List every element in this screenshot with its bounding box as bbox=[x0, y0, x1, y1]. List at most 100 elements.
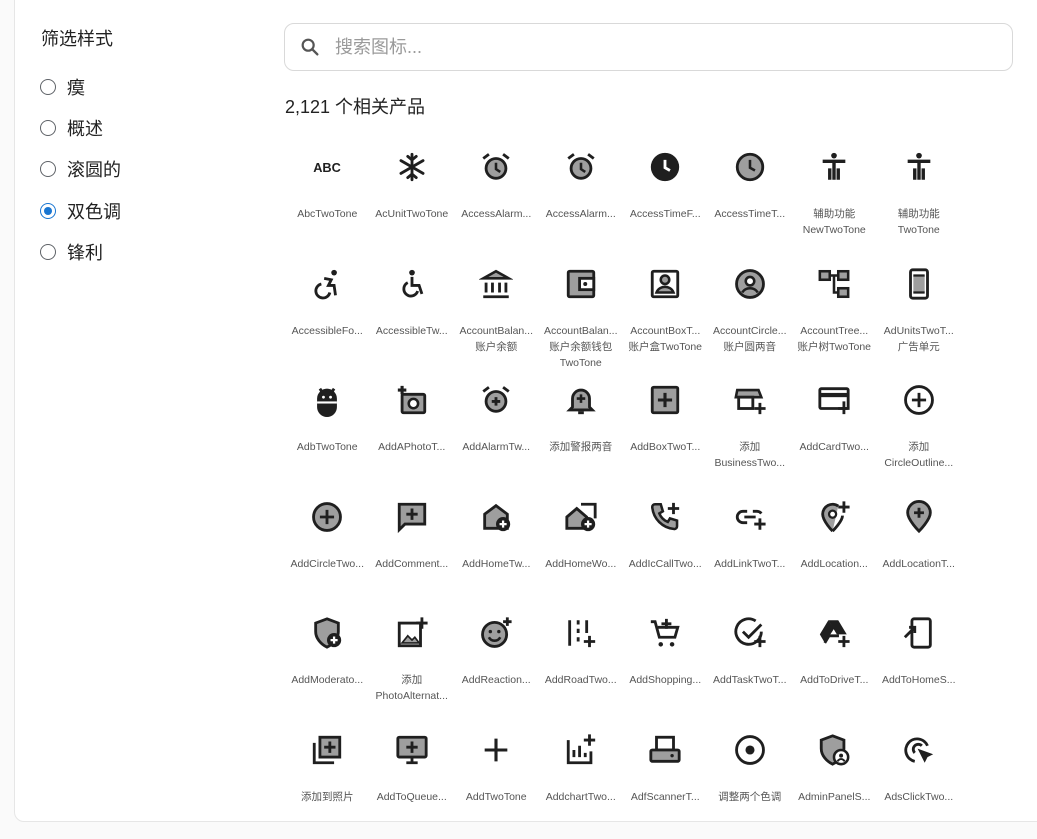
icon-tile[interactable]: AddchartTwo... bbox=[539, 723, 624, 839]
icon-tile[interactable]: AdfScannerT... bbox=[623, 723, 708, 839]
icon-label-line: 账户树TwoTone bbox=[794, 339, 874, 355]
style-option[interactable]: 锋利 bbox=[40, 231, 121, 272]
icon-tile[interactable]: AddRoadTwo... bbox=[539, 606, 624, 723]
style-option[interactable]: 滚圆的 bbox=[40, 149, 121, 190]
icon-tile[interactable]: 调整两个色调 bbox=[708, 723, 793, 839]
icon-tile[interactable]: AddBoxTwoT... bbox=[623, 373, 708, 490]
icon-tile[interactable]: AddReaction... bbox=[454, 606, 539, 723]
icon-label: AddToQueue... bbox=[372, 789, 452, 805]
icon-tile[interactable]: AddTaskTwoT... bbox=[708, 606, 793, 723]
add-circle-icon bbox=[310, 500, 344, 534]
icon-label-line: AddBoxTwoT... bbox=[625, 439, 705, 455]
icon-tile[interactable]: AccessibleTw... bbox=[370, 257, 455, 374]
icon-tile[interactable]: AccessTimeT... bbox=[708, 140, 793, 257]
icon-label: AccessTimeF... bbox=[625, 206, 705, 222]
icon-tile[interactable]: AccessAlarm... bbox=[539, 140, 624, 257]
icon-label-line: 调整两个色调 bbox=[710, 789, 790, 805]
icon-tile[interactable]: AccessTimeF... bbox=[623, 140, 708, 257]
icon-label-line: 添加警报两音 bbox=[541, 439, 621, 455]
add-home-work-icon bbox=[564, 500, 598, 534]
icon-label-line: AccessAlarm... bbox=[456, 206, 536, 222]
icon-label-line: 添加到照片 bbox=[287, 789, 367, 805]
icon-tile[interactable]: AdUnitsTwoT...广告单元 bbox=[877, 257, 962, 374]
icon-label: AddLocationT... bbox=[879, 556, 959, 572]
radio-unchecked-icon[interactable] bbox=[40, 161, 56, 177]
icon-tile[interactable]: AddHomeWo... bbox=[539, 490, 624, 607]
icon-label-line: 广告单元 bbox=[879, 339, 959, 355]
icon-tile[interactable]: AddCardTwo... bbox=[792, 373, 877, 490]
access-alarm-icon bbox=[479, 150, 513, 184]
icon-tile[interactable]: AddIcCallTwo... bbox=[623, 490, 708, 607]
admin-panel-settings-icon bbox=[817, 733, 851, 767]
ad-units-icon bbox=[902, 267, 936, 301]
search-input[interactable] bbox=[333, 36, 977, 59]
icon-label-line: BusinessTwo... bbox=[710, 455, 790, 471]
style-option[interactable]: 概述 bbox=[40, 107, 121, 148]
icon-tile[interactable]: AcUnitTwoTone bbox=[370, 140, 455, 257]
add-card-icon bbox=[817, 383, 851, 417]
icon-label: AbcTwoTone bbox=[287, 206, 367, 222]
icon-tile[interactable]: AddCircleTwo... bbox=[285, 490, 370, 607]
icon-label-line: TwoTone bbox=[879, 222, 959, 238]
icon-tile[interactable]: AddLocationT... bbox=[877, 490, 962, 607]
icon-tile[interactable]: AddAlarmTw... bbox=[454, 373, 539, 490]
icon-label-line: AddShopping... bbox=[625, 672, 705, 688]
icon-tile[interactable]: AccountBoxT...账户盒TwoTone bbox=[623, 257, 708, 374]
icon-label-line: AddAPhotoT... bbox=[372, 439, 452, 455]
radio-unchecked-icon[interactable] bbox=[40, 79, 56, 95]
icon-tile[interactable]: AddLinkTwoT... bbox=[708, 490, 793, 607]
icon-tile[interactable]: AccessAlarm... bbox=[454, 140, 539, 257]
icon-tile[interactable]: AddLocation... bbox=[792, 490, 877, 607]
icon-tile[interactable]: AddAPhotoT... bbox=[370, 373, 455, 490]
icon-tile[interactable]: AccountBalan...账户余额 bbox=[454, 257, 539, 374]
icon-label-line: AddRoadTwo... bbox=[541, 672, 621, 688]
icon-tile[interactable]: 添加CircleOutline... bbox=[877, 373, 962, 490]
icon-tile[interactable]: 添加BusinessTwo... bbox=[708, 373, 793, 490]
icon-tile[interactable]: 添加PhotoAlternat... bbox=[370, 606, 455, 723]
icon-label-line: AdminPanelS... bbox=[794, 789, 874, 805]
icon-tile[interactable]: AdminPanelS... bbox=[792, 723, 877, 839]
account-balance-wallet-icon bbox=[564, 267, 598, 301]
icon-tile[interactable]: ABCAbcTwoTone bbox=[285, 140, 370, 257]
icon-tile[interactable]: AccountTree...账户树TwoTone bbox=[792, 257, 877, 374]
style-option[interactable]: 双色调 bbox=[40, 190, 121, 231]
icon-tile[interactable]: AccountBalan...账户余额钱包TwoTone bbox=[539, 257, 624, 374]
icon-tile[interactable]: AddToHomeS... bbox=[877, 606, 962, 723]
add-task-icon bbox=[733, 616, 767, 650]
icon-label-line: AddLocationT... bbox=[879, 556, 959, 572]
icon-label-line: AddIcCallTwo... bbox=[625, 556, 705, 572]
icon-label-line: AddTaskTwoT... bbox=[710, 672, 790, 688]
icon-tile[interactable]: AddHomeTw... bbox=[454, 490, 539, 607]
icon-label: AddModerato... bbox=[287, 672, 367, 688]
radio-unchecked-icon[interactable] bbox=[40, 120, 56, 136]
icon-tile[interactable]: AdbTwoTone bbox=[285, 373, 370, 490]
icon-label: AccountBalan...账户余额 bbox=[456, 323, 536, 355]
style-option[interactable]: 瘼 bbox=[40, 66, 121, 107]
icon-label: AdUnitsTwoT...广告单元 bbox=[879, 323, 959, 355]
icon-tile[interactable]: AddModerato... bbox=[285, 606, 370, 723]
radio-checked-icon[interactable] bbox=[40, 203, 56, 219]
icon-tile[interactable]: 添加警报两音 bbox=[539, 373, 624, 490]
icon-tile[interactable]: AccessibleFo... bbox=[285, 257, 370, 374]
icon-tile[interactable]: 添加到照片 bbox=[285, 723, 370, 839]
icon-tile[interactable]: 辅助功能NewTwoTone bbox=[792, 140, 877, 257]
icon-tile[interactable]: AddToQueue... bbox=[370, 723, 455, 839]
search-box[interactable] bbox=[284, 23, 1013, 71]
radio-unchecked-icon[interactable] bbox=[40, 244, 56, 260]
icon-label-line: TwoTone bbox=[541, 355, 621, 371]
adb-icon bbox=[310, 383, 344, 417]
icon-tile[interactable]: AddComment... bbox=[370, 490, 455, 607]
icon-tile[interactable]: AddShopping... bbox=[623, 606, 708, 723]
icon-tile[interactable]: AddTwoTone bbox=[454, 723, 539, 839]
icon-tile[interactable]: 辅助功能TwoTone bbox=[877, 140, 962, 257]
icon-tile[interactable]: AddToDriveT... bbox=[792, 606, 877, 723]
add-to-photos-icon bbox=[310, 733, 344, 767]
add-road-icon bbox=[564, 616, 598, 650]
icon-label: AccountTree...账户树TwoTone bbox=[794, 323, 874, 355]
icon-label-line: AddAlarmTw... bbox=[456, 439, 536, 455]
icon-label: AddReaction... bbox=[456, 672, 536, 688]
access-time-filled-icon bbox=[648, 150, 682, 184]
icon-tile[interactable]: AccountCircle...账户圆两音 bbox=[708, 257, 793, 374]
icon-tile[interactable]: AdsClickTwo... bbox=[877, 723, 962, 839]
adjust-icon bbox=[733, 733, 767, 767]
